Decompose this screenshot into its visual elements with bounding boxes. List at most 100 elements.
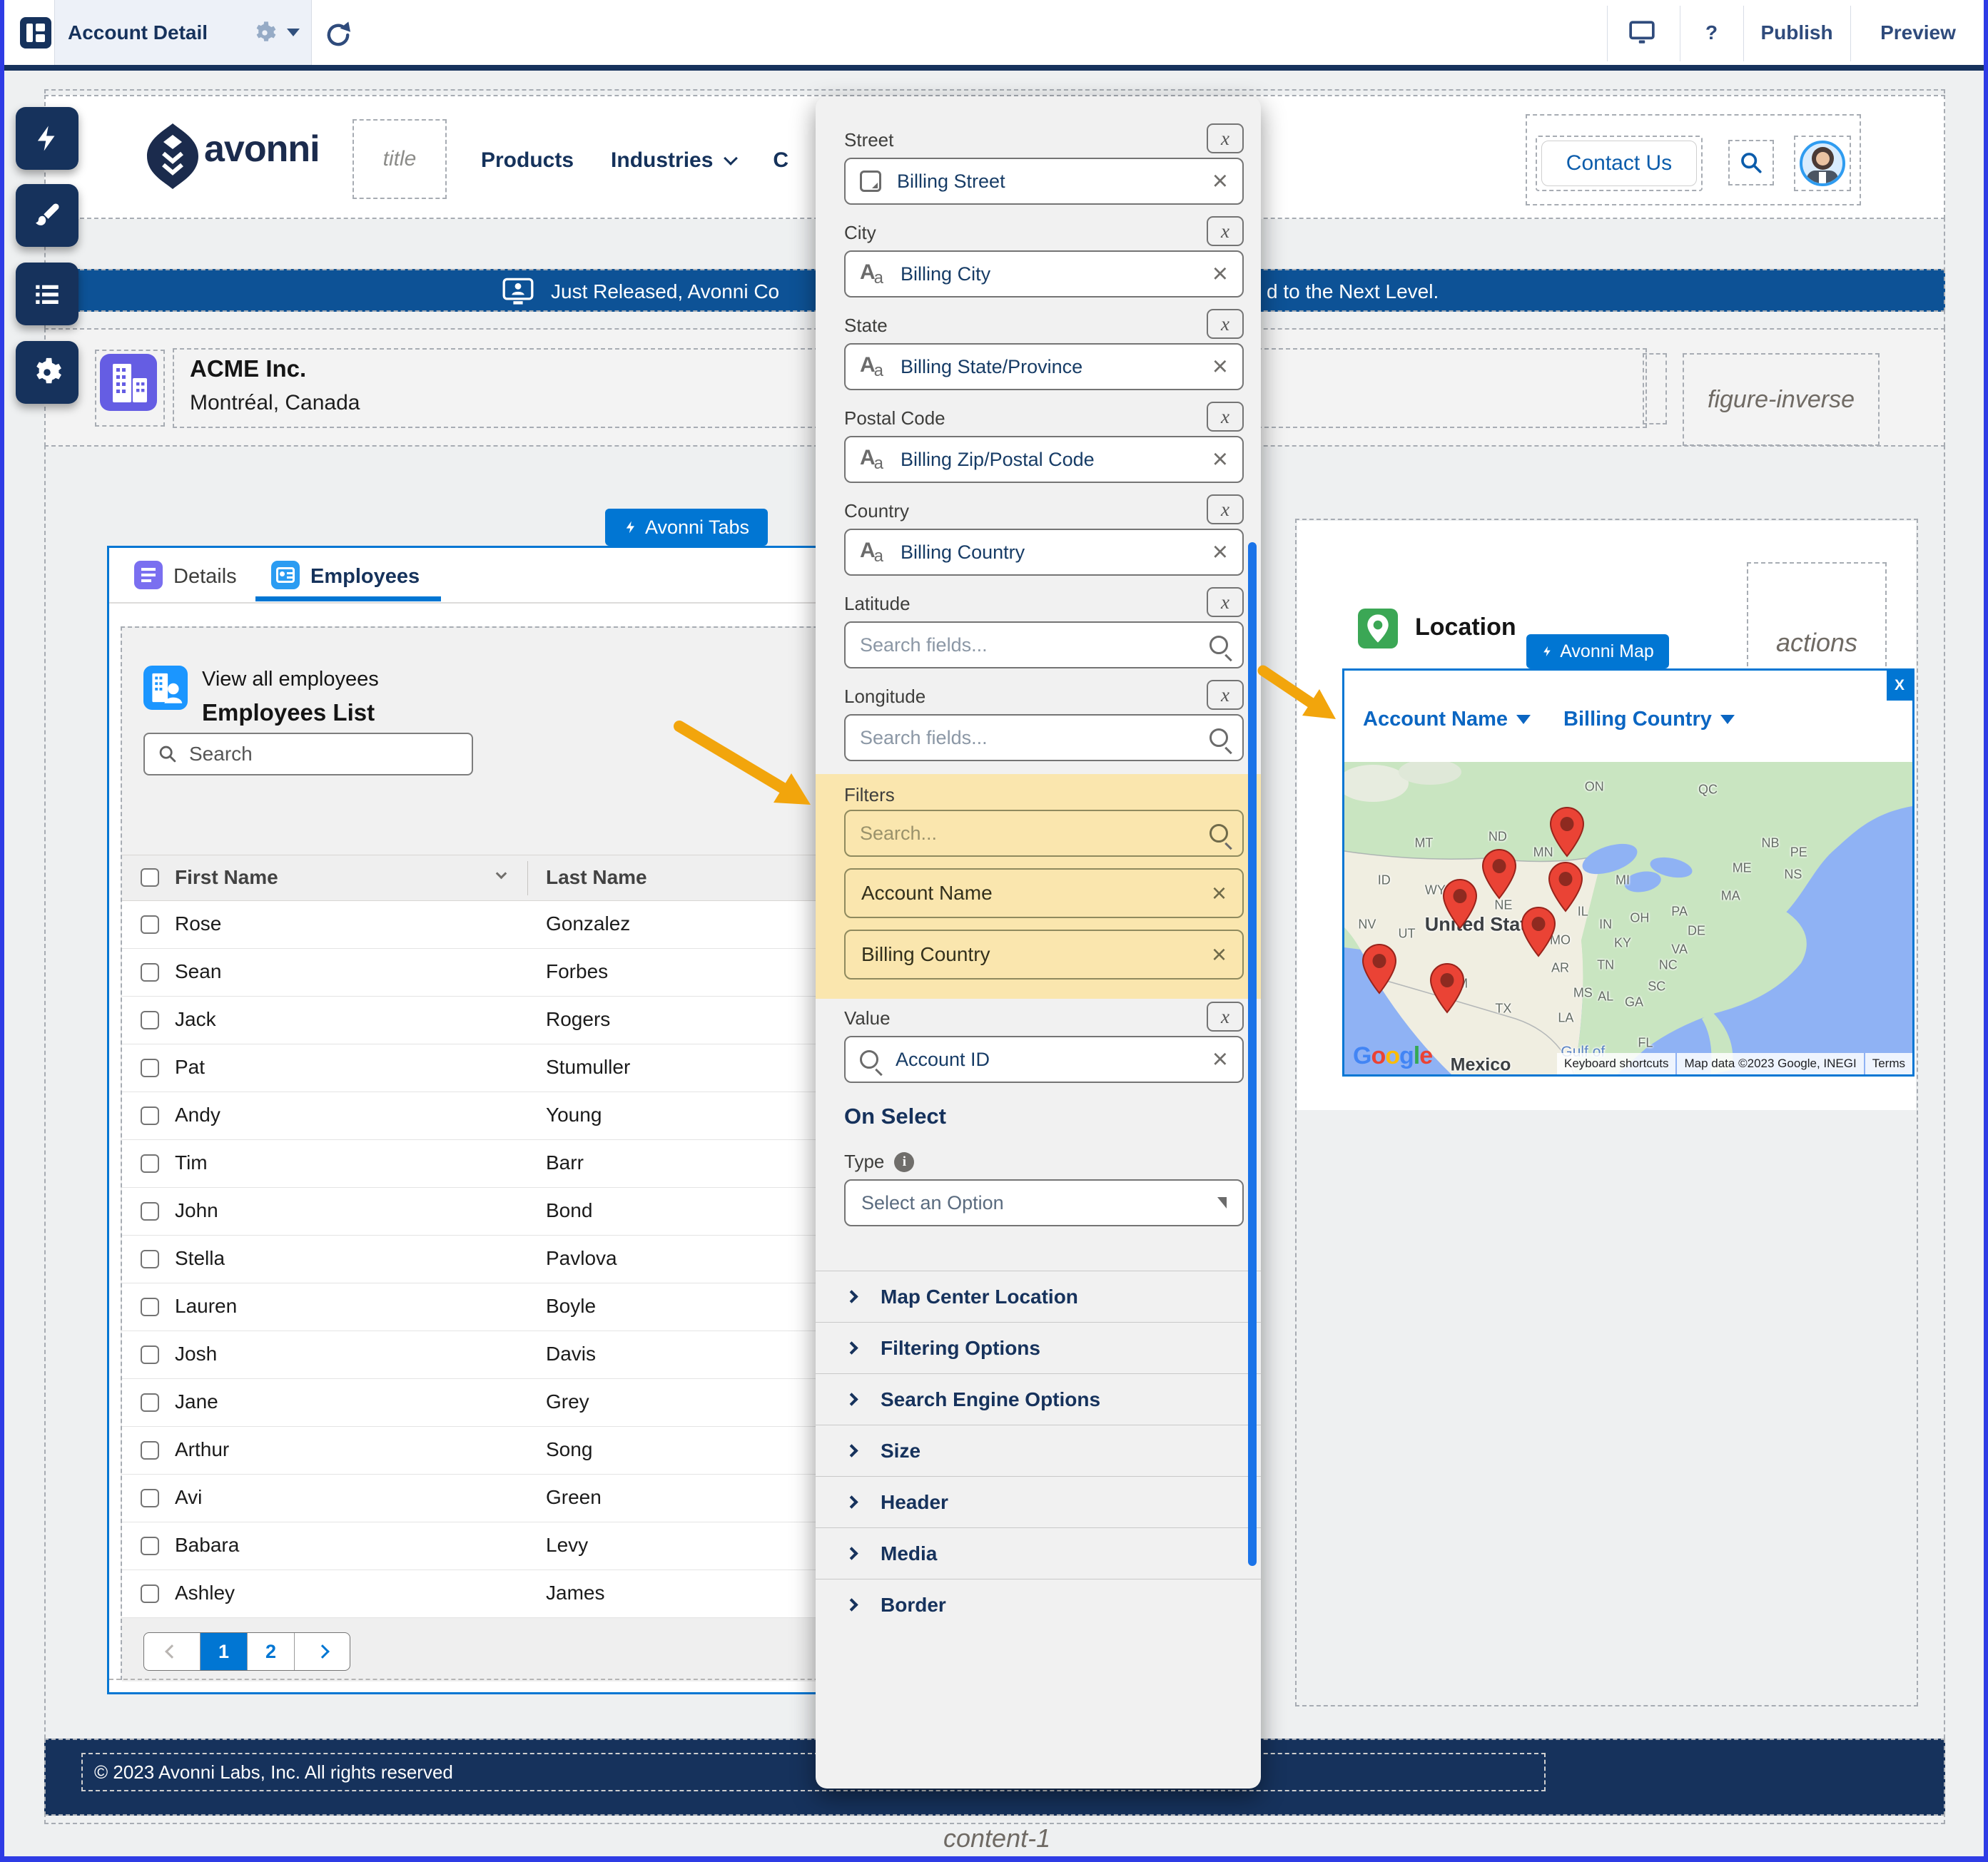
row-checkbox[interactable] (141, 1537, 159, 1555)
map-filter-account-name[interactable]: Account Name (1363, 708, 1531, 731)
clear-icon[interactable]: × (1212, 446, 1228, 473)
expression-button[interactable]: x (1207, 494, 1244, 524)
map-marker-icon[interactable] (1547, 861, 1584, 912)
desktop-icon[interactable] (1628, 20, 1655, 46)
map-marker-icon[interactable] (1520, 906, 1557, 957)
chevron-down-icon[interactable] (287, 29, 300, 36)
row-checkbox[interactable] (141, 1298, 159, 1316)
nav-item-products[interactable]: Products (481, 148, 574, 173)
tab-details[interactable]: Details (173, 565, 237, 589)
row-checkbox[interactable] (141, 1250, 159, 1268)
app-layout-icon[interactable] (20, 17, 51, 49)
logo-wordmark[interactable]: avonni (204, 128, 320, 171)
row-checkbox[interactable] (141, 1154, 159, 1173)
select-all-checkbox[interactable] (141, 868, 159, 887)
clear-icon[interactable]: × (1212, 353, 1228, 380)
state-input[interactable]: Aa Billing State/Province× (844, 343, 1244, 390)
section-search-engine-options[interactable]: Search Engine Options (816, 1373, 1261, 1425)
row-checkbox[interactable] (141, 1011, 159, 1029)
clear-icon[interactable]: × (1212, 539, 1228, 566)
list-button[interactable] (16, 263, 78, 325)
row-checkbox[interactable] (141, 1059, 159, 1077)
map-marker-icon[interactable] (1441, 878, 1479, 930)
avonni-tabs-badge[interactable]: Avonni Tabs (605, 509, 768, 546)
tab-employees[interactable]: Employees (310, 565, 420, 589)
expression-button[interactable]: x (1207, 1002, 1244, 1032)
map-marker-icon[interactable] (1548, 806, 1586, 858)
row-checkbox[interactable] (141, 1106, 159, 1125)
row-checkbox[interactable] (141, 1584, 159, 1603)
nav-item-industries[interactable]: Industries (611, 148, 713, 173)
avatar[interactable] (1794, 136, 1851, 191)
contact-us-button[interactable]: Contact Us (1536, 136, 1703, 191)
row-checkbox[interactable] (141, 1202, 159, 1221)
refresh-icon[interactable] (323, 19, 354, 50)
expression-button[interactable]: x (1207, 587, 1244, 617)
components-button[interactable] (16, 107, 78, 170)
section-filtering-options[interactable]: Filtering Options (816, 1322, 1261, 1373)
nav-item-c[interactable]: C (773, 148, 788, 173)
settings-button[interactable] (16, 341, 78, 404)
prev-page-button[interactable] (144, 1632, 200, 1671)
avonni-logo-icon[interactable] (146, 122, 200, 190)
map-canvas[interactable]: ONQCNBPEMENSNDMNSDMTIDWYNVUTNEILMIINOHPA… (1344, 762, 1912, 1074)
keyboard-shortcuts-link[interactable]: Keyboard shortcuts (1557, 1053, 1675, 1074)
row-checkbox[interactable] (141, 1489, 159, 1507)
page-button-1[interactable]: 1 (200, 1632, 247, 1671)
row-checkbox[interactable] (141, 1441, 159, 1460)
column-first-name[interactable]: First Name (175, 866, 278, 889)
city-input[interactable]: Aa Billing City× (844, 250, 1244, 297)
latitude-input[interactable]: Search fields... (844, 621, 1244, 668)
chevron-right-icon (845, 1547, 858, 1560)
clear-icon[interactable]: × (1212, 260, 1228, 288)
expression-button[interactable]: x (1207, 680, 1244, 710)
expression-button[interactable]: x (1207, 123, 1244, 153)
title-placeholder[interactable]: title (353, 119, 447, 199)
value-input[interactable]: Account ID× (844, 1036, 1244, 1083)
map-marker-icon[interactable] (1481, 848, 1518, 900)
remove-filter-icon[interactable]: × (1212, 880, 1227, 906)
section-border[interactable]: Border (816, 1579, 1261, 1630)
section-media[interactable]: Media (816, 1527, 1261, 1579)
expression-button[interactable]: x (1207, 402, 1244, 432)
gear-icon[interactable] (253, 21, 277, 45)
expression-button[interactable]: x (1207, 216, 1244, 246)
section-header[interactable]: Header (816, 1476, 1261, 1527)
remove-filter-icon[interactable]: × (1212, 942, 1227, 967)
map-marker-icon[interactable] (1361, 943, 1398, 994)
street-input[interactable]: Billing Street× (844, 158, 1244, 205)
filter-chip[interactable]: Billing Country× (844, 930, 1244, 980)
publish-button[interactable]: Publish (1743, 0, 1850, 65)
row-checkbox[interactable] (141, 963, 159, 982)
terms-link[interactable]: Terms (1865, 1053, 1912, 1074)
section-map-center-location[interactable]: Map Center Location (816, 1271, 1261, 1322)
filter-chip[interactable]: Account Name× (844, 868, 1244, 918)
clear-icon[interactable]: × (1212, 1046, 1228, 1073)
style-brush-button[interactable] (16, 184, 78, 247)
row-checkbox[interactable] (141, 915, 159, 934)
column-last-name[interactable]: Last Name (546, 866, 647, 889)
panel-scrollbar[interactable] (1248, 542, 1257, 1566)
postal-code-input[interactable]: Aa Billing Zip/Postal Code× (844, 436, 1244, 483)
type-select[interactable]: Select an Option (844, 1179, 1244, 1226)
longitude-input[interactable]: Search fields... (844, 714, 1244, 761)
employees-search-input[interactable]: Search (143, 733, 473, 775)
avonni-map-badge[interactable]: Avonni Map (1526, 634, 1669, 668)
map-filter-billing-country[interactable]: Billing Country (1563, 708, 1735, 731)
header-search-icon[interactable] (1728, 140, 1774, 185)
filters-search-input[interactable]: Search... (844, 810, 1244, 857)
country-input[interactable]: Aa Billing Country× (844, 529, 1244, 576)
clear-icon[interactable]: × (1212, 168, 1228, 195)
row-checkbox[interactable] (141, 1393, 159, 1412)
page-button-2[interactable]: 2 (247, 1632, 294, 1671)
help-button[interactable]: ? (1680, 0, 1743, 65)
preview-button[interactable]: Preview (1850, 0, 1986, 65)
close-icon[interactable]: X (1887, 671, 1912, 701)
map-marker-icon[interactable] (1429, 962, 1466, 1014)
next-page-button[interactable] (294, 1632, 350, 1671)
expression-button[interactable]: x (1207, 309, 1244, 339)
section-size[interactable]: Size (816, 1425, 1261, 1476)
sort-chevron-icon[interactable] (496, 868, 507, 880)
row-checkbox[interactable] (141, 1345, 159, 1364)
info-icon[interactable]: i (894, 1152, 914, 1172)
